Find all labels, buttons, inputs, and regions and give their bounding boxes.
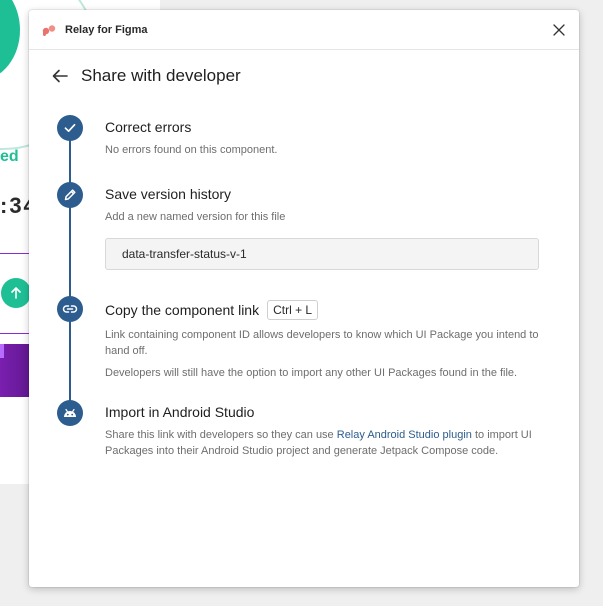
canvas-upload-icon [1,278,31,308]
link-icon [57,296,83,322]
step-description: Share this link with developers so they … [105,427,539,459]
page-title: Share with developer [81,66,241,85]
page-header: Share with developer [29,50,579,102]
step-correct-errors: Correct errors No errors found on this c… [57,115,579,182]
step-save-version: Save version history Add a new named ver… [57,182,579,296]
step-title: Save version history [105,186,232,202]
version-name-input[interactable] [105,238,539,270]
back-button[interactable] [51,67,69,85]
keyboard-shortcut-badge: Ctrl + L [267,300,319,320]
arrow-left-icon [52,69,68,83]
steps-list: Correct errors No errors found on this c… [29,115,579,470]
plugin-window: Relay for Figma Share with developer Cor… [29,10,579,587]
app-title: Relay for Figma [65,23,148,36]
step-description: Link containing component ID allows deve… [105,329,539,357]
step-description: Add a new named version for this file [105,211,286,223]
window-titlebar: Relay for Figma [29,10,579,50]
step-title-row: Copy the component link Ctrl + L [105,300,539,320]
close-button[interactable] [551,22,567,38]
step-import-android: Import in Android Studio Share this link… [57,400,579,470]
android-icon [57,400,83,426]
step-title: Import in Android Studio [105,404,255,420]
check-icon [57,115,83,141]
step-description-secondary: Developers will still have the option to… [105,367,518,379]
pencil-icon [57,182,83,208]
step-title: Correct errors [105,119,192,135]
description-text: Share this link with developers so they … [105,429,337,441]
step-copy-link: Copy the component link Ctrl + L Link co… [57,296,579,400]
step-description: No errors found on this component. [105,144,278,156]
step-title: Copy the component link [105,302,260,318]
close-icon [553,24,565,36]
canvas-status-text: ed [0,148,19,165]
relay-android-studio-plugin-link[interactable]: Relay Android Studio plugin [337,429,472,441]
relay-logo-icon [42,23,56,37]
canvas-purple-chip [0,344,4,358]
